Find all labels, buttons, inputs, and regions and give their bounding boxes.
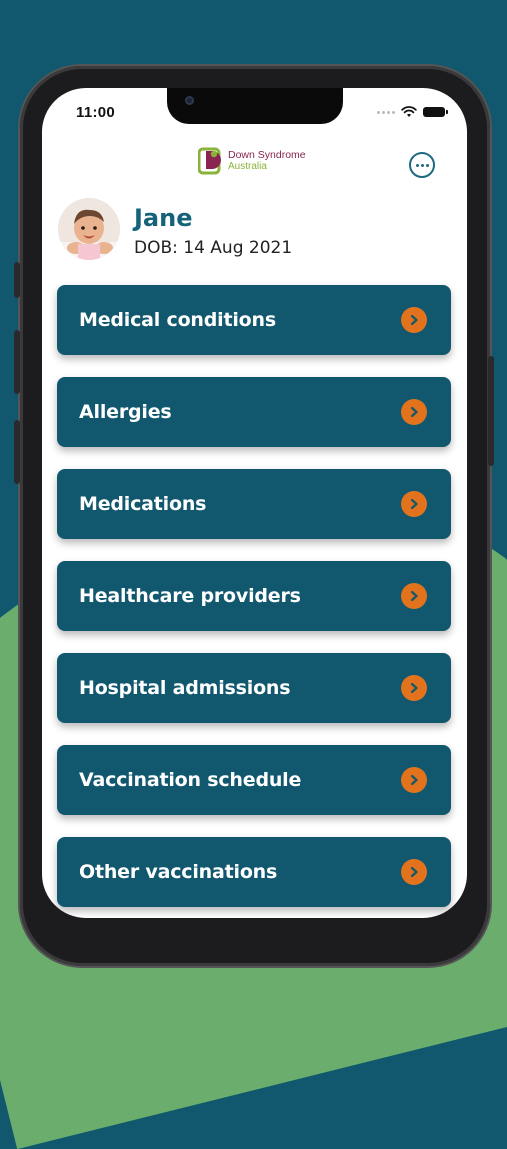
front-camera — [185, 96, 194, 105]
chevron-right-icon — [401, 307, 427, 333]
menu-item-allergies[interactable]: Allergies — [57, 377, 451, 447]
chevron-right-icon — [401, 767, 427, 793]
more-options-button[interactable] — [409, 152, 435, 178]
chevron-right-icon — [401, 675, 427, 701]
brand-logo: Down Syndrome Australia — [198, 146, 306, 176]
chevron-right-icon — [401, 859, 427, 885]
menu-item-other-vaccinations[interactable]: Other vaccinations — [57, 837, 451, 907]
signal-icon — [377, 110, 395, 114]
app-screen: 11:00 Down Syndrome Australia Jane DOB: … — [42, 88, 467, 918]
menu-item-label: Other vaccinations — [79, 861, 278, 883]
status-icons — [377, 106, 448, 118]
battery-icon — [423, 107, 448, 117]
baby-photo — [58, 198, 120, 260]
status-time: 11:00 — [76, 104, 116, 121]
more-icon — [415, 163, 419, 167]
notch — [167, 88, 343, 124]
logo-subtitle: Australia — [228, 161, 267, 172]
menu-item-label: Hospital admissions — [79, 677, 291, 699]
menu-item-label: Medications — [79, 493, 207, 515]
menu-item-label: Vaccination schedule — [79, 769, 302, 791]
profile-avatar[interactable] — [58, 198, 120, 260]
volume-up-button — [14, 330, 20, 394]
profile-dob: DOB: 14 Aug 2021 — [134, 238, 293, 258]
menu-item-vaccination-schedule[interactable]: Vaccination schedule — [57, 745, 451, 815]
menu-item-label: Medical conditions — [79, 309, 276, 331]
chevron-right-icon — [401, 399, 427, 425]
menu-item-hospital-admissions[interactable]: Hospital admissions — [57, 653, 451, 723]
menu-item-label: Healthcare providers — [79, 585, 301, 607]
wifi-icon — [401, 106, 417, 117]
health-menu-list: Medical conditions Allergies Medications… — [57, 285, 451, 918]
chevron-right-icon — [401, 583, 427, 609]
power-button — [488, 356, 494, 466]
menu-item-medications[interactable]: Medications — [57, 469, 451, 539]
volume-down-button — [14, 420, 20, 484]
menu-item-medical-conditions[interactable]: Medical conditions — [57, 285, 451, 355]
logo-name: Down Syndrome — [228, 149, 306, 161]
mute-switch — [14, 262, 20, 298]
menu-item-label: Allergies — [79, 401, 172, 423]
profile-name: Jane — [134, 204, 193, 232]
chevron-right-icon — [401, 491, 427, 517]
logo-mark-icon — [198, 147, 221, 175]
menu-item-healthcare-providers[interactable]: Healthcare providers — [57, 561, 451, 631]
